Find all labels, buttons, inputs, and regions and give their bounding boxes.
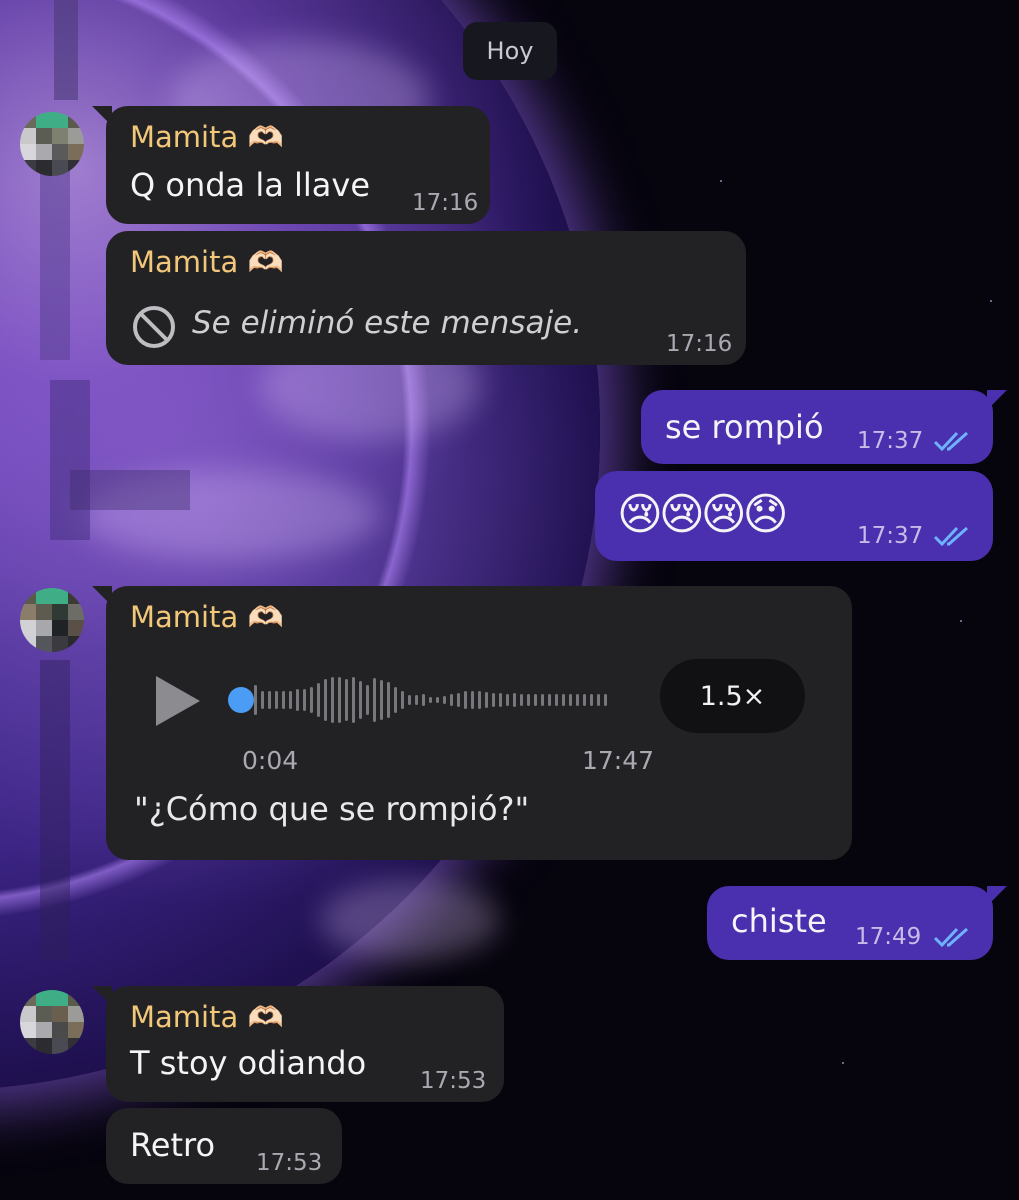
incoming-message[interactable]: Mamita 🫶🏻 Q onda la llave 17:16 [92,106,490,224]
contact-avatar[interactable] [20,112,84,176]
date-separator: Hoy [463,22,557,80]
message-text: Retro [130,1126,216,1164]
sender-name[interactable]: Mamita 🫶🏻 [130,120,284,155]
star [720,180,722,182]
outgoing-message[interactable]: 😢😢😢😞 17:37 [595,471,993,561]
double-check-icon [933,526,968,547]
star [842,1062,844,1064]
outgoing-message[interactable]: chiste 17:49 [707,886,1007,960]
message-time: 17:53 [420,1068,487,1094]
star [990,300,992,302]
playback-speed-button[interactable]: 1.5× [660,659,805,733]
star [960,620,962,622]
double-check-icon [933,927,968,948]
sender-name[interactable]: Mamita 🫶🏻 [130,1000,284,1035]
message-time: 17:37 [857,428,924,454]
message-time: 17:16 [666,331,733,357]
bubble-tail [987,390,1007,410]
voice-duration: 0:04 [242,746,299,775]
message-time: 17:53 [256,1150,323,1176]
incoming-message[interactable]: Mamita 🫶🏻 T stoy odiando 17:53 [92,986,504,1102]
outgoing-message[interactable]: se rompió 17:37 [641,390,1007,464]
contact-avatar[interactable] [20,588,84,652]
contact-avatar[interactable] [20,990,84,1054]
bubble-tail [92,586,112,606]
message-text: se rompió [665,408,824,446]
deleted-message[interactable]: Mamita 🫶🏻 Se eliminó este mensaje. 17:16 [106,231,746,365]
message-time: 17:16 [412,190,479,216]
message-text: chiste [731,902,827,940]
bubble-tail [987,886,1007,906]
message-time: 17:47 [582,746,655,775]
playback-position-dot[interactable] [228,687,254,713]
message-text: Q onda la llave [130,166,370,204]
bubble-tail [92,106,112,126]
bubble-tail [92,986,112,1006]
message-time: 17:49 [855,924,922,950]
emoji-text: 😢😢😢😞 [617,489,788,540]
voice-waveform[interactable] [254,674,607,726]
voice-message[interactable]: Mamita 🫶🏻 1.5× 0:04 17:47 "¿Cómo que se … [92,586,852,860]
message-text: T stoy odiando [130,1044,367,1082]
voice-transcript: "¿Cómo que se rompió?" [134,790,530,828]
message-time: 17:37 [857,523,924,549]
sender-name[interactable]: Mamita 🫶🏻 [130,600,284,635]
sender-name[interactable]: Mamita 🫶🏻 [130,245,284,280]
no-entry-icon [133,306,175,348]
deleted-message-text: Se eliminó este mensaje. [192,305,583,341]
double-check-icon [933,431,968,452]
cloud-patch [320,880,500,960]
incoming-message[interactable]: Retro 17:53 [106,1108,342,1184]
play-icon[interactable] [156,676,200,726]
